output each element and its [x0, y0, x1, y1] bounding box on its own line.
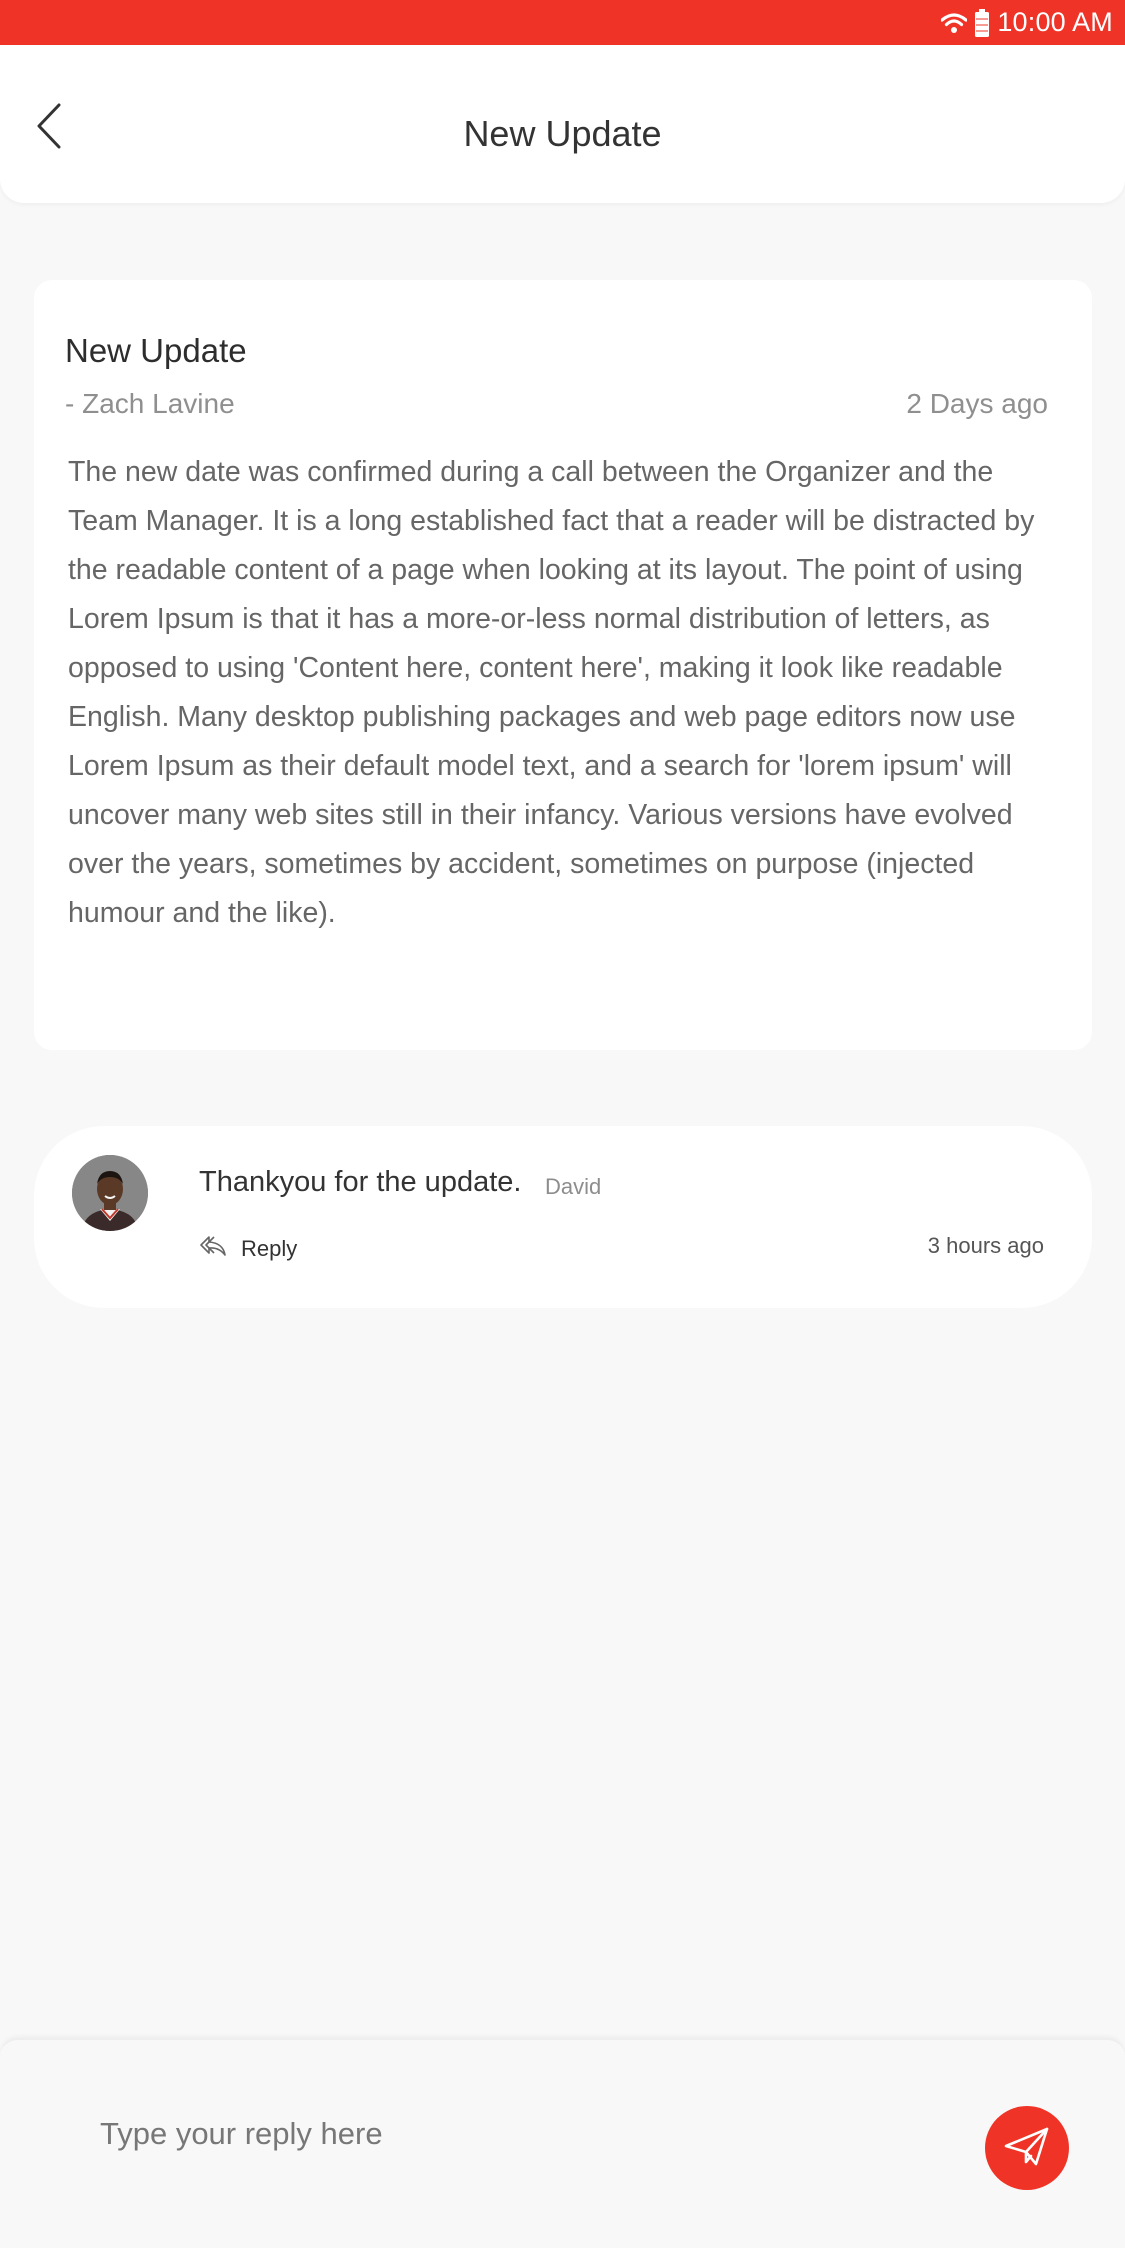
comment-card: Thankyou for the update. David Reply 3 h… [34, 1126, 1092, 1308]
update-body: The new date was confirmed during a call… [68, 456, 1035, 929]
update-card: New Update - Zach Lavine 2 Days ago The … [34, 280, 1092, 1050]
avatar [72, 1155, 148, 1231]
reply-button[interactable]: Reply [241, 1236, 297, 1262]
comment-text: Thankyou for the update. [199, 1166, 522, 1198]
wifi-icon [941, 12, 968, 34]
update-author: - Zach Lavine [65, 388, 235, 419]
reply-icon[interactable] [199, 1234, 227, 1263]
reply-composer [0, 2038, 1125, 2248]
app-header: New Update [0, 45, 1125, 203]
battery-icon [975, 8, 990, 37]
update-timestamp: 2 Days ago [906, 388, 1048, 419]
page-title: New Update [463, 113, 662, 154]
paper-plane-icon [1004, 2126, 1050, 2171]
update-title: New Update [65, 332, 247, 369]
status-time: 10:00 AM [997, 7, 1113, 37]
comment-timestamp: 3 hours ago [927, 1233, 1044, 1258]
comment-username: David [545, 1174, 602, 1199]
send-button[interactable] [985, 2106, 1069, 2190]
status-bar: 10:00 AM [0, 0, 1125, 45]
reply-input[interactable] [100, 2106, 920, 2162]
